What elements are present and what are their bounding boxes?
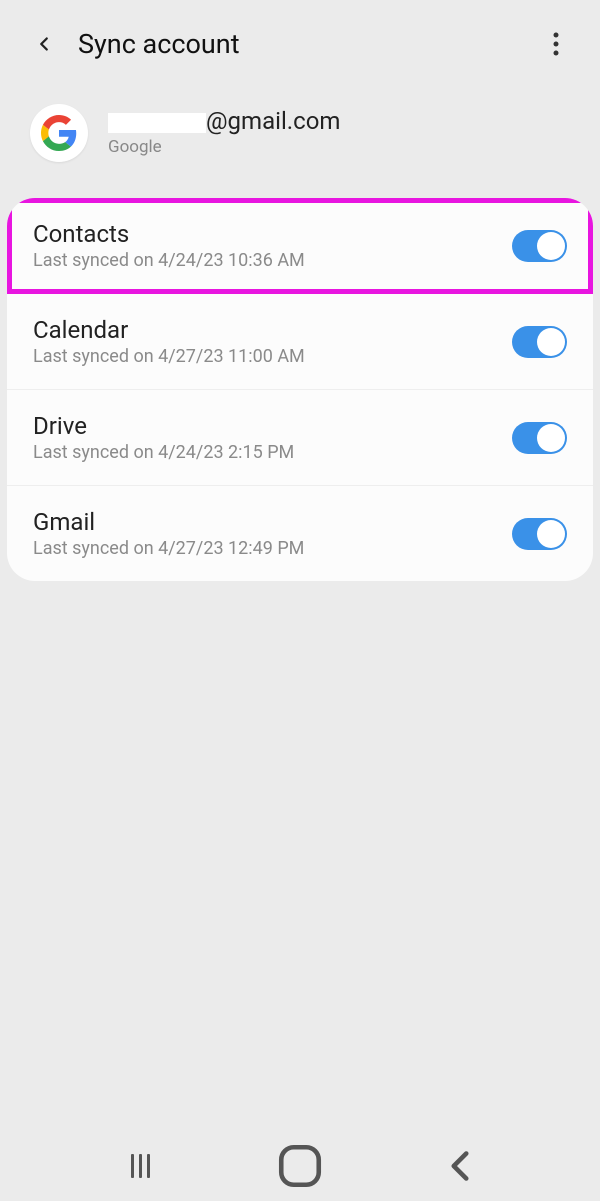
sync-item-text: Drive Last synced on 4/24/23 2:15 PM (33, 412, 512, 463)
toggle-drive[interactable] (512, 422, 567, 454)
back-button[interactable] (24, 24, 64, 64)
sync-item-text: Calendar Last synced on 4/27/23 11:00 AM (33, 316, 512, 367)
app-header: Sync account (0, 0, 600, 78)
account-text: @gmail.com Google (108, 107, 340, 157)
navigation-bar (0, 1131, 600, 1201)
sync-item-calendar[interactable]: Calendar Last synced on 4/27/23 11:00 AM (7, 294, 593, 390)
page-title: Sync account (78, 28, 240, 60)
home-button[interactable] (275, 1141, 325, 1191)
sync-item-name: Gmail (33, 508, 512, 536)
sync-item-text: Contacts Last synced on 4/24/23 10:36 AM (33, 220, 512, 271)
sync-item-status: Last synced on 4/24/23 2:15 PM (33, 442, 512, 463)
back-icon (33, 33, 55, 55)
home-icon (275, 1141, 325, 1191)
nav-back-button[interactable] (435, 1141, 485, 1191)
more-options-button[interactable] (536, 24, 576, 64)
google-icon (30, 104, 88, 162)
sync-item-status: Last synced on 4/24/23 10:36 AM (33, 250, 512, 271)
account-provider: Google (108, 137, 340, 157)
sync-item-status: Last synced on 4/27/23 12:49 PM (33, 538, 512, 559)
account-email: @gmail.com (108, 107, 340, 135)
sync-item-name: Contacts (33, 220, 512, 248)
toggle-gmail[interactable] (512, 518, 567, 550)
sync-item-gmail[interactable]: Gmail Last synced on 4/27/23 12:49 PM (7, 486, 593, 581)
account-info-row: @gmail.com Google (0, 78, 600, 182)
sync-item-name: Calendar (33, 316, 512, 344)
sync-list: Contacts Last synced on 4/24/23 10:36 AM… (7, 198, 593, 581)
sync-item-drive[interactable]: Drive Last synced on 4/24/23 2:15 PM (7, 390, 593, 486)
sync-item-contacts[interactable]: Contacts Last synced on 4/24/23 10:36 AM (7, 198, 593, 294)
email-redacted (108, 113, 206, 133)
email-suffix: @gmail.com (206, 107, 340, 135)
recent-apps-icon (131, 1154, 150, 1178)
sync-item-text: Gmail Last synced on 4/27/23 12:49 PM (33, 508, 512, 559)
sync-item-name: Drive (33, 412, 512, 440)
recent-apps-button[interactable] (115, 1141, 165, 1191)
sync-item-status: Last synced on 4/27/23 11:00 AM (33, 346, 512, 367)
more-vertical-icon (553, 32, 559, 56)
toggle-calendar[interactable] (512, 326, 567, 358)
nav-back-icon (435, 1141, 485, 1191)
toggle-contacts[interactable] (512, 230, 567, 262)
